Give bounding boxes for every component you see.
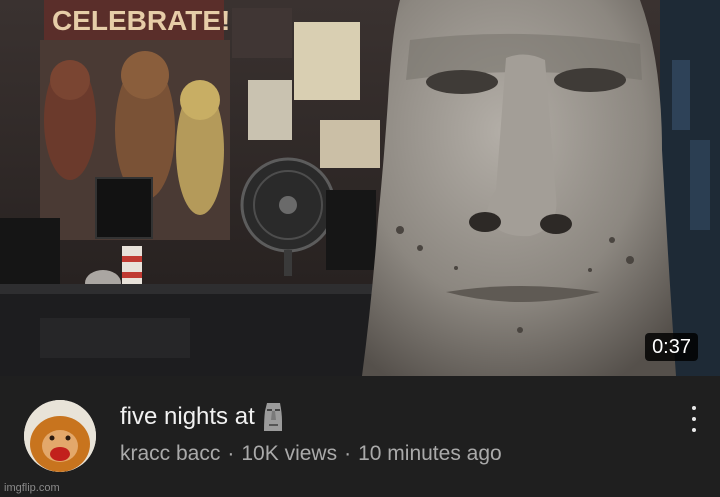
watermark: imgflip.com <box>4 482 60 494</box>
separator: · <box>344 442 352 465</box>
channel-avatar[interactable] <box>24 400 96 472</box>
video-thumbnail[interactable]: CELEBRATE! 0:37 <box>0 0 720 376</box>
video-title-text: five nights at <box>120 403 255 430</box>
video-subline: kracc bacc · 10K views · 10 minutes ago <box>120 440 502 468</box>
kebab-dot <box>692 417 696 421</box>
moai-icon <box>263 403 283 431</box>
video-meta: five nights at kracc bacc · 10K views · 10 m… <box>0 376 720 497</box>
view-count: 10K views <box>241 442 338 465</box>
separator: · <box>227 442 235 465</box>
video-title[interactable]: five nights at <box>120 402 283 432</box>
duration-badge: 0:37 <box>645 333 698 361</box>
thumbnail-image: CELEBRATE! <box>0 0 720 376</box>
kebab-dot <box>692 406 696 410</box>
avatar-image <box>24 400 96 472</box>
more-options-icon[interactable] <box>684 404 704 434</box>
channel-name[interactable]: kracc bacc <box>120 442 220 465</box>
kebab-dot <box>692 428 696 432</box>
poster-text: CELEBRATE! <box>52 5 230 36</box>
upload-age: 10 minutes ago <box>358 442 502 465</box>
